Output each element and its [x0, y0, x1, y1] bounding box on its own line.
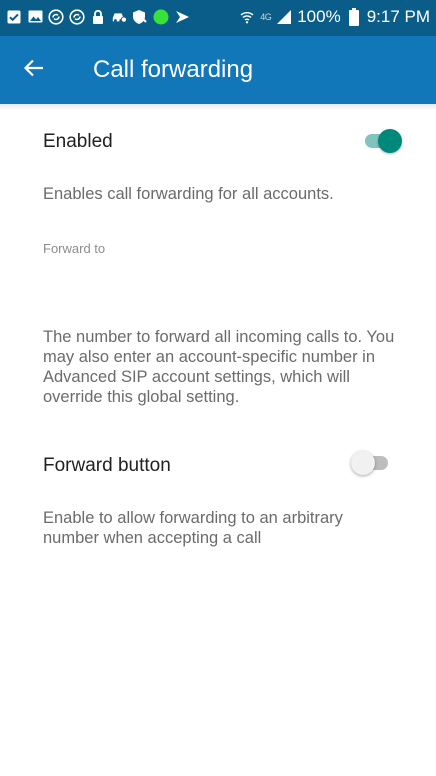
status-icons-left — [6, 8, 190, 25]
enabled-label[interactable]: Enabled — [43, 131, 113, 153]
enabled-summary: Enables call forwarding for all accounts… — [43, 185, 334, 203]
status-icons-right: 4G 100% 9:17 PM — [239, 7, 430, 27]
battery-percent: 100% — [297, 7, 341, 26]
switch-thumb — [378, 129, 402, 153]
shield-icon — [132, 8, 148, 25]
app-bar: Call forwarding — [0, 36, 436, 104]
forward-button-label[interactable]: Forward button — [43, 455, 171, 477]
sync-icon — [69, 8, 85, 25]
page-title: Call forwarding — [93, 56, 254, 83]
forward-button-switch[interactable] — [351, 450, 392, 476]
forward-to-summary: The number to forward all incoming calls… — [43, 328, 395, 406]
green-dot-icon — [153, 8, 169, 25]
wifi-icon — [239, 9, 255, 26]
image-icon — [27, 8, 43, 25]
status-bar: 4G 100% 9:17 PM — [0, 0, 436, 36]
forward-to-input[interactable] — [43, 262, 399, 312]
signal-icon — [276, 9, 292, 26]
flag-icon — [174, 8, 190, 25]
forward-to-label[interactable]: Forward to — [43, 241, 105, 256]
app-bar-shadow — [0, 104, 436, 110]
forward-button-summary: Enable to allow forwarding to an arbitra… — [43, 509, 343, 547]
arrow-back-icon — [23, 58, 45, 83]
enabled-switch[interactable] — [361, 128, 402, 154]
network-type: 4G — [260, 12, 272, 22]
clock: 9:17 PM — [366, 7, 430, 26]
lock-icon — [90, 8, 106, 25]
checkbox-icon — [6, 8, 22, 25]
car-icon — [111, 8, 127, 25]
battery-icon — [346, 8, 362, 26]
sync-icon — [48, 8, 64, 25]
back-button[interactable] — [14, 50, 54, 90]
switch-thumb — [351, 451, 375, 475]
